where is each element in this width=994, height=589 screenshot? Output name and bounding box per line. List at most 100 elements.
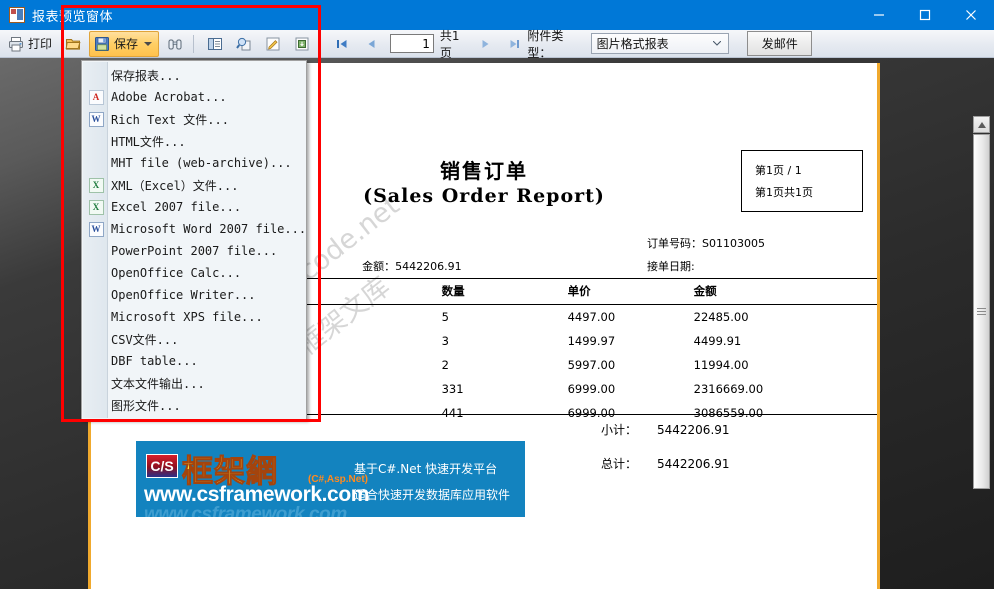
subtotal-label: 小计： — [601, 423, 638, 437]
attach-type-value: 图片格式报表 — [596, 37, 669, 51]
menu-item-word-2007[interactable]: W Microsoft Word 2007 file... — [82, 218, 306, 240]
maximize-button[interactable] — [902, 0, 948, 30]
menu-item-adobe-acrobat[interactable]: A Adobe Acrobat... — [82, 86, 306, 108]
cell-price: 5997.00 — [567, 358, 616, 372]
cell-qty: 331 — [441, 382, 464, 396]
toolbar-separator-2 — [319, 34, 321, 53]
thumbnails-panel-icon — [207, 36, 223, 52]
menu-item-label: MHT file (web-archive)... — [111, 156, 292, 170]
menu-item-label: 文本文件输出... — [111, 376, 205, 391]
magnifier-icon — [236, 36, 252, 52]
menu-item-csv[interactable]: CSV文件... — [82, 328, 306, 350]
totals-block: 小计： 5442206.91 总计： 5442206.91 — [601, 421, 730, 489]
cs-logo-badge: C/S — [146, 454, 178, 478]
word-file-icon: W — [86, 220, 106, 238]
next-page-icon — [477, 36, 493, 52]
scroll-up-button[interactable] — [973, 116, 990, 133]
menu-item-save-report[interactable]: 保存报表... — [82, 64, 306, 86]
col-header-qty: 数量 — [441, 278, 568, 305]
send-mail-button[interactable]: 发邮件 — [747, 31, 813, 56]
menu-item-powerpoint-2007[interactable]: PowerPoint 2007 file... — [82, 240, 306, 262]
order-number: 订单号码：S01103005 — [647, 235, 765, 251]
menu-item-label: OpenOffice Writer... — [111, 288, 256, 302]
find-button[interactable] — [162, 31, 188, 57]
menu-item-label: XML（Excel）文件... — [111, 178, 239, 193]
menu-item-label: DBF table... — [111, 354, 198, 368]
total-value: 5442206.91 — [657, 457, 730, 471]
pdf-file-icon: A — [86, 88, 106, 106]
subtotal-row: 小计： 5442206.91 — [601, 421, 730, 438]
menu-item-label: HTML文件... — [111, 134, 186, 149]
order-date: 接单日期: — [647, 258, 695, 274]
print-label: 打印 — [28, 37, 53, 51]
printer-icon — [8, 36, 24, 52]
menu-item-mht[interactable]: MHT file (web-archive)... — [82, 152, 306, 174]
menu-item-text-output[interactable]: 文本文件输出... — [82, 372, 306, 394]
next-page-button[interactable] — [472, 31, 498, 57]
menu-item-xml-excel[interactable]: X XML（Excel）文件... — [82, 174, 306, 196]
cell-amount: 22485.00 — [693, 310, 749, 324]
zoom-button[interactable] — [231, 31, 257, 57]
attach-type-select[interactable]: 图片格式报表 — [590, 33, 730, 54]
excel-file-icon: X — [86, 198, 106, 216]
menu-item-icon-none — [86, 396, 106, 414]
chevron-down-icon[interactable] — [144, 41, 153, 46]
minimize-button[interactable] — [856, 0, 902, 30]
menu-item-label: Rich Text 文件... — [111, 112, 229, 127]
first-page-button[interactable] — [329, 31, 355, 57]
menu-item-excel-2007[interactable]: X Excel 2007 file... — [82, 196, 306, 218]
csframework-banner: C/S 框架網 (C#,Asp.Net) www.csframework.com… — [136, 441, 525, 517]
thumbnails-button[interactable] — [202, 31, 228, 57]
order-number-value: S01103005 — [702, 237, 765, 250]
total-row: 总计： 5442206.91 — [601, 455, 730, 472]
cell-price: 1499.97 — [567, 334, 616, 348]
menu-item-icon-none — [86, 308, 106, 326]
first-page-icon — [334, 36, 350, 52]
print-button[interactable]: 打印 — [3, 31, 57, 57]
save-format-menu[interactable]: 保存报表... A Adobe Acrobat... W Rich Text 文… — [81, 60, 307, 420]
scroll-thumb[interactable] — [973, 134, 990, 489]
excel-file-icon: X — [86, 176, 106, 194]
word-file-icon: W — [86, 110, 106, 128]
menu-item-icon-none — [86, 374, 106, 392]
menu-item-openoffice-writer[interactable]: OpenOffice Writer... — [82, 284, 306, 306]
save-menu-button[interactable]: 保存 — [89, 30, 160, 57]
last-page-button[interactable] — [501, 31, 527, 57]
menu-item-icon-none — [86, 66, 106, 84]
page-indicator-box: 第1页 / 1 第1页共1页 — [741, 150, 863, 212]
page-number-input[interactable] — [389, 34, 434, 53]
banner-right-line-1: 基于C#.Net 快速开发平台 — [354, 462, 498, 476]
window-controls — [856, 0, 994, 30]
banner-right-line-2: 适合快速开发数据库应用软件 — [354, 488, 511, 502]
export-button[interactable] — [289, 31, 315, 57]
toolbar: 打印 保存 1 共1页 附件类型： 图片格式报表 发邮件 — [0, 28, 994, 60]
menu-item-icon-none — [86, 242, 106, 260]
menu-item-xps[interactable]: Microsoft XPS file... — [82, 306, 306, 328]
menu-item-rich-text[interactable]: W Rich Text 文件... — [82, 108, 306, 130]
scroll-thumb-grip — [977, 306, 986, 317]
edit-button[interactable] — [260, 31, 286, 57]
total-label: 总计： — [601, 457, 638, 471]
cell-price: 6999.00 — [567, 382, 616, 396]
scroll-up-arrow-icon — [977, 121, 986, 128]
export-page-icon — [294, 36, 310, 52]
menu-item-icon-none — [86, 286, 106, 304]
last-page-icon — [506, 36, 522, 52]
open-button[interactable] — [60, 31, 86, 57]
menu-item-openoffice-calc[interactable]: OpenOffice Calc... — [82, 262, 306, 284]
order-date-label: 接单日期: — [647, 260, 695, 273]
prev-page-button[interactable] — [358, 31, 384, 57]
cell-price: 4497.00 — [567, 310, 616, 324]
open-folder-icon — [65, 36, 81, 52]
menu-item-image-file[interactable]: 图形文件... — [82, 394, 306, 416]
chevron-down-icon — [713, 41, 722, 46]
toolbar-separator — [193, 34, 194, 53]
menu-item-html[interactable]: HTML文件... — [82, 130, 306, 152]
attach-type-label: 附件类型： — [527, 28, 564, 60]
vertical-scrollbar[interactable] — [973, 116, 990, 589]
menu-item-dbf[interactable]: DBF table... — [82, 350, 306, 372]
cell-qty: 2 — [441, 358, 449, 372]
menu-item-label: Adobe Acrobat... — [111, 90, 227, 104]
app-window: 报表预览窗体 打印 保存 1 共1页 附件类型： 图片格式报表 发邮件 www.… — [0, 0, 994, 589]
close-button[interactable] — [948, 0, 994, 30]
